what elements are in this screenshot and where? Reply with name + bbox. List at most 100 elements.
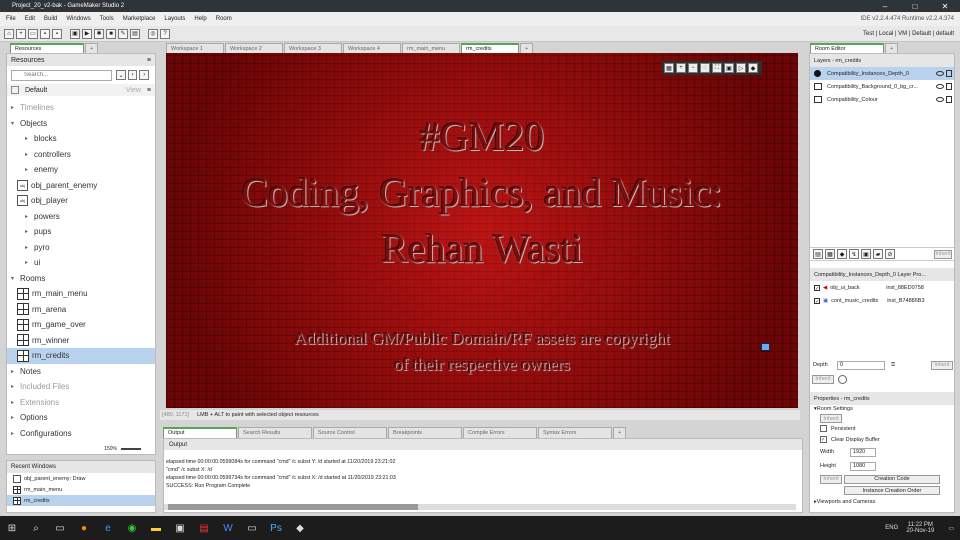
add-tab-button[interactable]: + <box>85 42 99 54</box>
folder-item[interactable]: ▸ blocks <box>7 131 155 147</box>
windows-start-icon[interactable]: ⊞ <box>0 516 24 540</box>
lang-indicator[interactable]: ENG <box>885 525 898 531</box>
instance-order-button[interactable]: Instance Creation Order <box>844 486 940 495</box>
lock-icon[interactable] <box>946 70 952 77</box>
chevron-right-icon[interactable]: ▸ <box>25 135 34 142</box>
room-item[interactable]: rm_main_menu <box>7 286 155 302</box>
lock-icon[interactable] <box>946 83 952 90</box>
store-icon[interactable]: ▣ <box>168 516 192 540</box>
room-item[interactable]: rm_arena <box>7 302 155 318</box>
eye-icon[interactable] <box>936 97 944 102</box>
output-scrollbar[interactable] <box>164 504 796 510</box>
add-tile-layer-icon[interactable]: ▦ <box>825 249 835 259</box>
zoom-slider[interactable] <box>121 448 141 450</box>
folder-item[interactable]: ▸ pyro <box>7 240 155 256</box>
eye-icon[interactable] <box>936 84 944 89</box>
eye-icon[interactable] <box>936 71 944 76</box>
zoom-out-icon[interactable]: − <box>688 63 698 73</box>
folder-item[interactable]: ▸ ui <box>7 255 155 271</box>
inherit-depth-button[interactable]: Inherit <box>931 360 953 370</box>
menu-layouts[interactable]: Layouts <box>164 16 185 22</box>
inherit-room-button[interactable]: Inherit <box>820 414 842 423</box>
workspace-tab[interactable]: rm_credits <box>461 42 519 54</box>
scrollbar-thumb[interactable] <box>168 504 418 510</box>
object-item[interactable]: obj obj_player <box>7 193 155 209</box>
chevron-right-icon[interactable]: ▸ <box>25 166 34 173</box>
tree-group[interactable]: ▾ Rooms <box>7 271 155 287</box>
open-icon[interactable]: ▭ <box>28 28 38 39</box>
recent-item[interactable]: rm_main_menu <box>7 484 155 495</box>
layer-item[interactable]: Compatibility_Instances_Depth_0 <box>810 67 954 80</box>
menu-edit[interactable]: Edit <box>25 16 35 22</box>
task-view-icon[interactable]: ▭ <box>48 516 72 540</box>
tree-group[interactable]: ▸ Timelines <box>7 100 155 116</box>
run-icon[interactable]: ▶ <box>82 28 92 39</box>
zoom-reset-icon[interactable]: ◌ <box>700 63 710 73</box>
tree-group[interactable]: ▾ Objects <box>7 116 155 132</box>
tab-resources[interactable]: Resources <box>10 42 84 54</box>
app-icon[interactable]: ▤ <box>192 516 216 540</box>
add-background-layer-icon[interactable]: ◆ <box>837 249 847 259</box>
chevron-right-icon[interactable]: ▸ <box>25 244 34 251</box>
clock[interactable]: 11:22 PM 20-Nov-19 <box>906 522 934 534</box>
maximize-button[interactable]: □ <box>900 2 930 11</box>
add-tab-button[interactable]: + <box>885 42 899 54</box>
new-icon[interactable]: + <box>16 28 26 39</box>
recent-item[interactable]: rm_credits <box>7 495 155 506</box>
eraser-icon[interactable]: ◆ <box>748 63 758 73</box>
output-tab[interactable]: Search Results <box>238 426 312 438</box>
minimize-button[interactable]: – <box>870 2 900 11</box>
menu-build[interactable]: Build <box>44 16 57 22</box>
height-input[interactable]: 1080 <box>850 461 876 471</box>
zoom-in-icon[interactable]: + <box>676 63 686 73</box>
folder-item[interactable]: ▸ pups <box>7 224 155 240</box>
add-folder-icon[interactable]: ▰ <box>873 249 883 259</box>
menu-tools[interactable]: Tools <box>100 16 114 22</box>
add-path-layer-icon[interactable]: ↯ <box>849 249 859 259</box>
save-all-icon[interactable]: ▪ <box>52 28 62 39</box>
chevron-down-icon[interactable]: ▾ <box>11 275 20 282</box>
word-icon[interactable]: W <box>216 516 240 540</box>
view-label[interactable]: View <box>126 87 141 94</box>
fit-icon[interactable]: ⛶ <box>712 63 722 73</box>
check-icon[interactable]: ✓ <box>814 297 820 305</box>
recent-item[interactable]: obj_parent_enemy: Draw <box>7 473 155 484</box>
grid-icon[interactable]: ▦ <box>664 63 674 73</box>
menu-icon[interactable]: ≡ <box>147 87 151 94</box>
workspace-tab[interactable]: Workspace 3 <box>284 42 342 54</box>
inherit-code-button[interactable]: Inherit <box>820 474 842 484</box>
clear-display-checkbox[interactable]: ✓ <box>820 436 827 443</box>
search-icon[interactable]: ⌕ <box>24 516 48 540</box>
gamemaker-icon[interactable]: ◆ <box>288 516 312 540</box>
next-icon[interactable]: › <box>139 70 150 80</box>
tree-group[interactable]: ▸ Extensions <box>7 395 155 411</box>
debug-icon[interactable]: ✱ <box>94 28 104 39</box>
music-controller-icon[interactable] <box>761 343 770 351</box>
room-item[interactable]: rm_game_over <box>7 317 155 333</box>
terminal-icon[interactable]: ▭ <box>240 516 264 540</box>
collapse-icon[interactable]: ⌄ <box>116 70 126 80</box>
instance-row[interactable]: ✓ ◀ obj_ui_back inst_88ED0758 <box>810 281 954 294</box>
folder-item[interactable]: ▸ powers <box>7 209 155 225</box>
delete-layer-icon[interactable]: ⊘ <box>885 249 895 259</box>
save-icon[interactable]: ▪ <box>40 28 50 39</box>
resources-search-input[interactable] <box>11 69 113 81</box>
chevron-right-icon[interactable]: ▸ <box>11 368 20 375</box>
tree-group[interactable]: ▸ Options <box>7 410 155 426</box>
home-icon[interactable]: ⌂ <box>4 28 14 39</box>
output-tab[interactable]: Compile Errors <box>463 426 537 438</box>
chevron-right-icon[interactable]: ▸ <box>25 259 34 266</box>
room-item[interactable]: rm_credits <box>7 348 155 364</box>
room-settings-header[interactable]: ▾ Room Settings <box>814 404 944 413</box>
package-icon[interactable]: ▤ <box>130 28 140 39</box>
inherit-button[interactable]: Inherit <box>812 374 834 384</box>
layer-item[interactable]: Compatibility_Background_0_bg_cr... <box>810 80 954 93</box>
firefox-icon[interactable]: ● <box>72 516 96 540</box>
close-button[interactable]: ✕ <box>930 2 960 11</box>
lock-icon[interactable] <box>946 96 952 103</box>
width-input[interactable]: 1920 <box>850 447 876 457</box>
tree-group[interactable]: ▸ Included Files <box>7 379 155 395</box>
stop-icon[interactable]: ■ <box>106 28 116 39</box>
depth-input[interactable]: 0 <box>837 360 885 370</box>
lock-icon[interactable]: ⚿ <box>891 362 895 369</box>
